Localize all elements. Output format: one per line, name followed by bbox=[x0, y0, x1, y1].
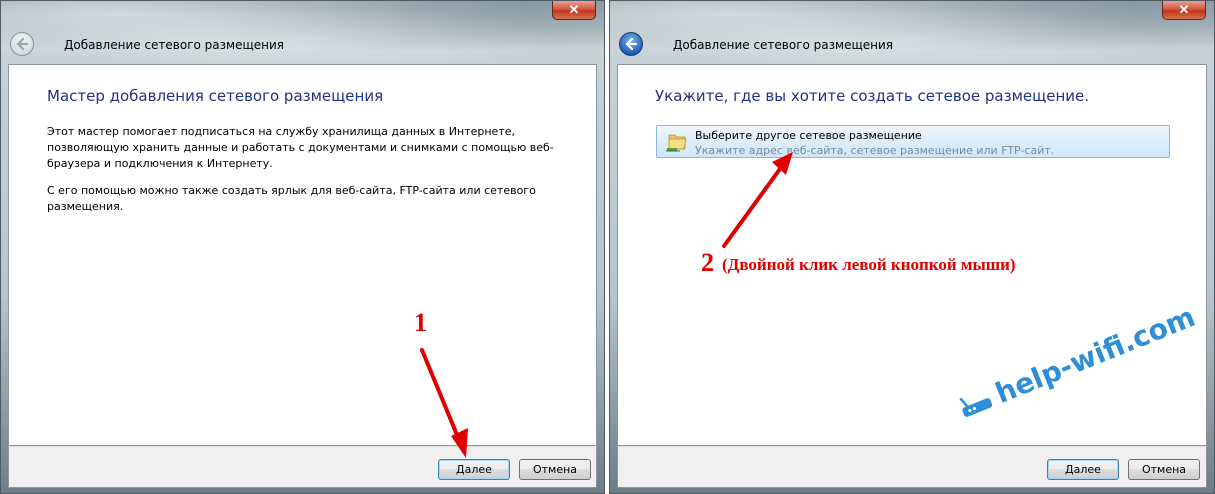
window-title: Добавление сетевого размещения bbox=[673, 38, 894, 52]
option-title: Выберите другое сетевое размещение bbox=[695, 129, 922, 142]
step-number-1: 1 bbox=[414, 308, 427, 337]
wizard-window-right: ✕ Добавление сетевого размещения Укажите… bbox=[609, 0, 1215, 494]
step-2-instruction: (Двойной клик левой кнопкой мыши) bbox=[722, 255, 1016, 274]
back-button[interactable] bbox=[619, 32, 643, 56]
step-number-2: 2 bbox=[701, 248, 714, 277]
wizard-heading: Мастер добавления сетевого размещения bbox=[47, 87, 384, 105]
close-button[interactable]: ✕ bbox=[552, 1, 596, 20]
close-button[interactable]: ✕ bbox=[1162, 1, 1206, 20]
wizard-description-2: С его помощью можно также создать ярлык … bbox=[47, 184, 536, 213]
router-icon bbox=[959, 397, 992, 417]
cancel-button[interactable]: Отмена bbox=[1128, 459, 1200, 480]
option-description: Укажите адрес веб-сайта, сетевое размеще… bbox=[695, 144, 1055, 157]
wizard-window-left: ✕ Добавление сетевого размещения Мастер … bbox=[0, 0, 605, 494]
wizard-footer: Далее Отмена bbox=[8, 446, 597, 488]
back-arrow-icon bbox=[625, 37, 638, 51]
next-button[interactable]: Далее bbox=[1047, 459, 1119, 480]
cancel-button[interactable]: Отмена bbox=[519, 459, 591, 480]
wizard-content: Мастер добавления сетевого размещения Эт… bbox=[8, 64, 597, 446]
next-button[interactable]: Далее bbox=[438, 459, 510, 480]
window-title: Добавление сетевого размещения bbox=[64, 38, 285, 52]
choose-network-location-option[interactable]: Выберите другое сетевое размещение Укажи… bbox=[656, 125, 1170, 158]
back-arrow-icon bbox=[16, 37, 29, 51]
back-button[interactable] bbox=[10, 32, 34, 56]
wizard-heading: Укажите, где вы хотите создать сетевое р… bbox=[655, 87, 1090, 105]
wizard-description: Этот мастер помогает подписаться на служ… bbox=[47, 125, 554, 170]
window-frame bbox=[610, 1, 1214, 65]
wizard-footer: Далее Отмена bbox=[617, 446, 1207, 488]
network-folder-icon bbox=[666, 134, 687, 152]
window-frame bbox=[1, 1, 604, 65]
